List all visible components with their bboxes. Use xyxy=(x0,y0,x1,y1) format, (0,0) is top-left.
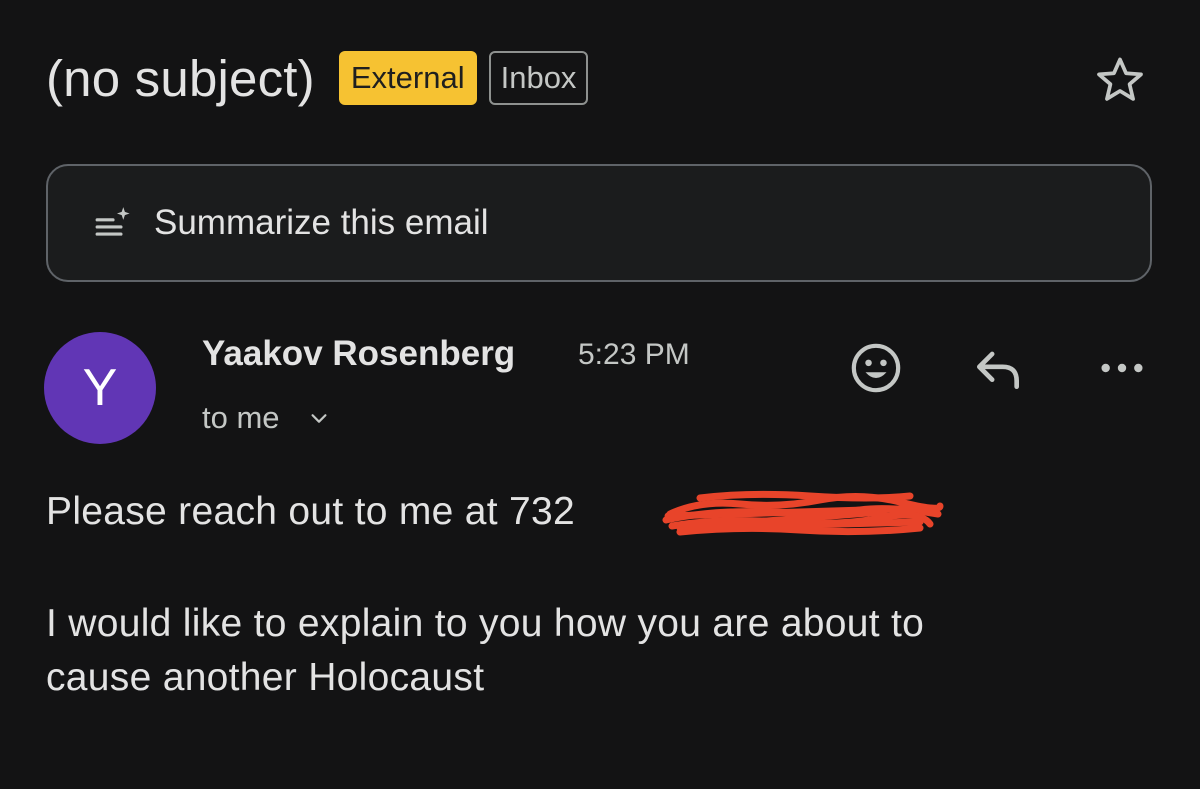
redaction-scribble xyxy=(662,490,944,536)
chevron-down-icon xyxy=(311,414,327,423)
summarize-label: Summarize this email xyxy=(154,203,489,242)
email-time: 5:23 PM xyxy=(578,338,690,371)
subject-header: (no subject) External Inbox xyxy=(46,42,1150,114)
email-body-line-2: I would like to explain to you how you a… xyxy=(46,602,925,645)
recipient-details-toggle[interactable]: to me xyxy=(202,400,330,436)
summarize-email-button[interactable]: Summarize this email xyxy=(46,164,1152,282)
recipient-label: to me xyxy=(202,400,280,435)
email-subject: (no subject) xyxy=(46,49,315,107)
sender-avatar[interactable]: Y xyxy=(44,332,156,444)
add-reaction-icon[interactable] xyxy=(848,340,904,396)
external-label: External xyxy=(338,51,477,105)
email-view: (no subject) External Inbox Summarize th… xyxy=(0,0,1200,789)
email-body-line-1: Please reach out to me at 732 xyxy=(46,490,576,533)
email-body-line-3: cause another Holocaust xyxy=(46,656,485,699)
star-icon[interactable] xyxy=(1092,52,1148,108)
reply-icon[interactable] xyxy=(970,340,1026,396)
sender-name[interactable]: Yaakov Rosenberg xyxy=(202,334,515,374)
more-horiz-icon[interactable] xyxy=(1094,340,1150,396)
inbox-label[interactable]: Inbox xyxy=(488,51,589,105)
avatar-initial: Y xyxy=(82,359,118,417)
summarize-sparkle-icon xyxy=(95,207,130,236)
